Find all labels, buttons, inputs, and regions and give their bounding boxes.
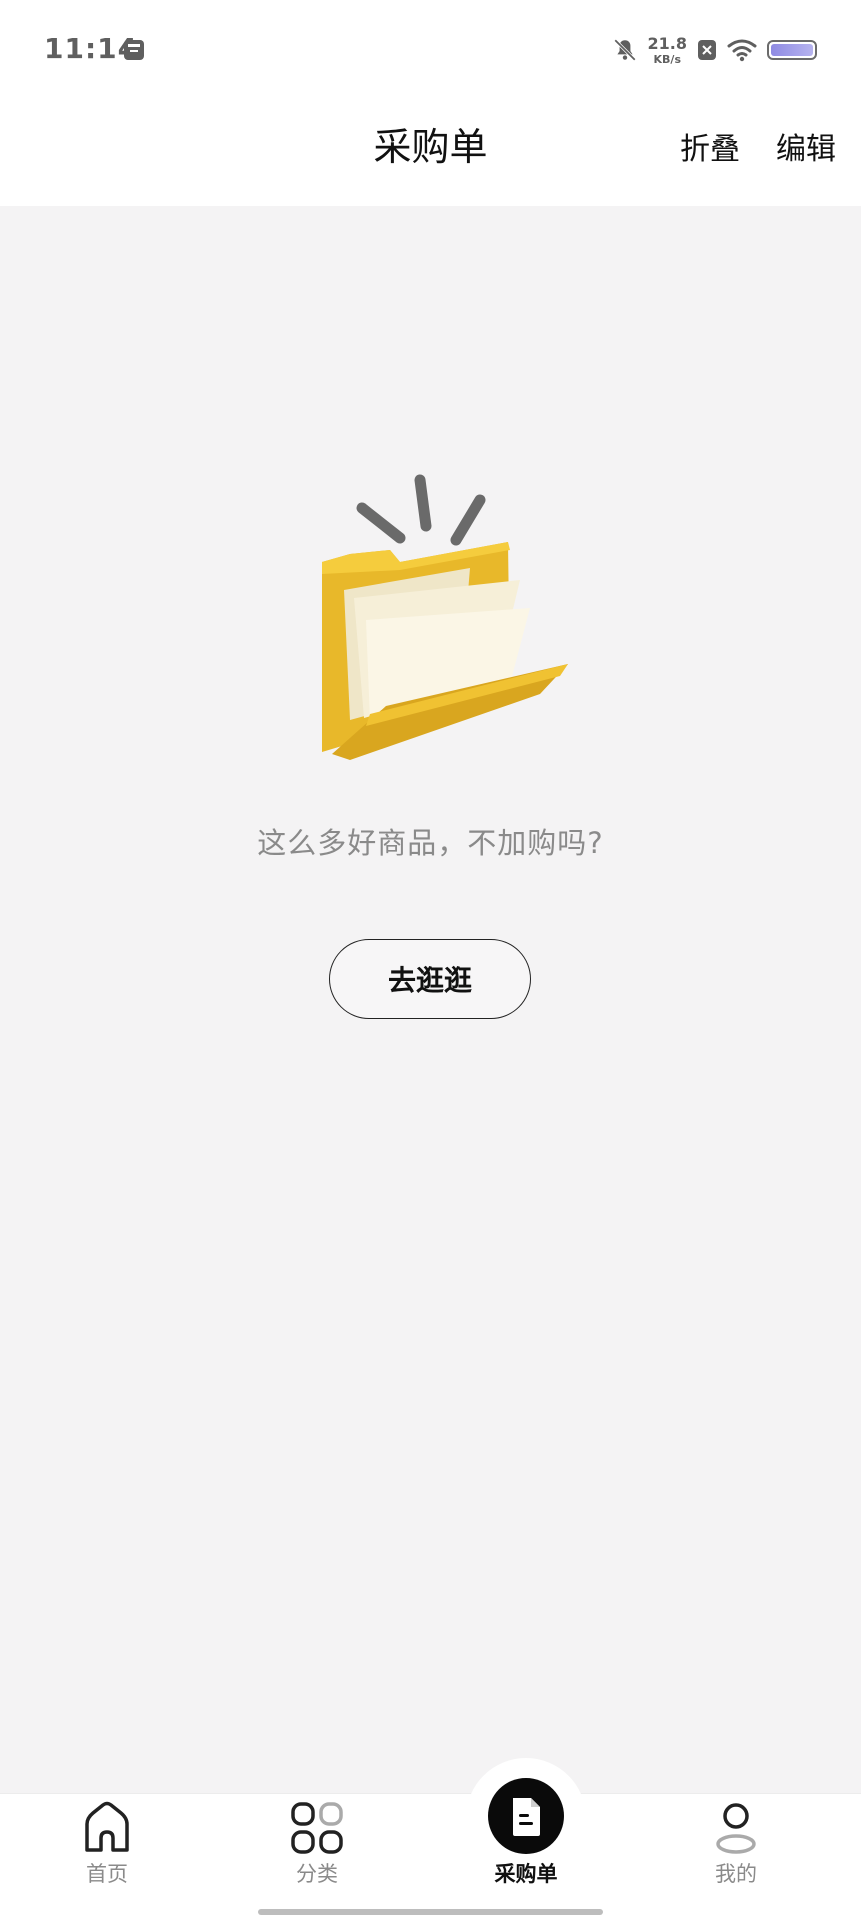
nav-label-category: 分类 xyxy=(296,1862,338,1886)
battery-level-fill xyxy=(771,44,813,56)
top-app-bar: 采购单 折叠 编辑 xyxy=(0,100,861,206)
home-indicator[interactable] xyxy=(258,1909,603,1915)
nav-label-home: 首页 xyxy=(86,1862,128,1886)
purchase-order-icon xyxy=(488,1778,564,1854)
nav-label-purchase-order: 采购单 xyxy=(494,1862,558,1886)
nav-item-home[interactable]: 首页 xyxy=(47,1800,167,1888)
status-bar: 11:14 21.8 KB/s xyxy=(0,0,861,100)
go-shopping-button[interactable]: 去逛逛 xyxy=(329,939,531,1019)
empty-state-message: 这么多好商品，不加购吗? xyxy=(257,826,604,860)
app-notification-icon xyxy=(124,40,144,60)
wifi-icon xyxy=(727,39,757,62)
sim-disabled-icon xyxy=(698,40,716,60)
mute-bell-icon xyxy=(613,39,636,61)
network-speed: 21.8 KB/s xyxy=(647,33,687,66)
network-speed-unit: KB/s xyxy=(653,52,681,66)
home-icon xyxy=(85,1801,129,1852)
profile-icon xyxy=(716,1803,756,1854)
nav-item-category[interactable]: 分类 xyxy=(257,1800,377,1888)
nav-item-purchase-order[interactable]: 采购单 xyxy=(466,1776,586,1888)
nav-label-mine: 我的 xyxy=(715,1862,757,1886)
category-icon xyxy=(291,1802,343,1854)
status-indicators: 21.8 KB/s xyxy=(612,30,817,70)
nav-item-mine[interactable]: 我的 xyxy=(676,1800,796,1888)
purchase-order-screen: 11:14 21.8 KB/s 采购单 折叠 编辑 这么多好商品，不加购吗? 去… xyxy=(0,0,861,1920)
fold-button[interactable]: 折叠 xyxy=(680,124,740,168)
edit-button[interactable]: 编辑 xyxy=(776,124,836,168)
network-speed-value: 21.8 xyxy=(647,33,687,53)
battery-icon xyxy=(767,40,817,60)
empty-folder-illustration xyxy=(322,474,568,760)
